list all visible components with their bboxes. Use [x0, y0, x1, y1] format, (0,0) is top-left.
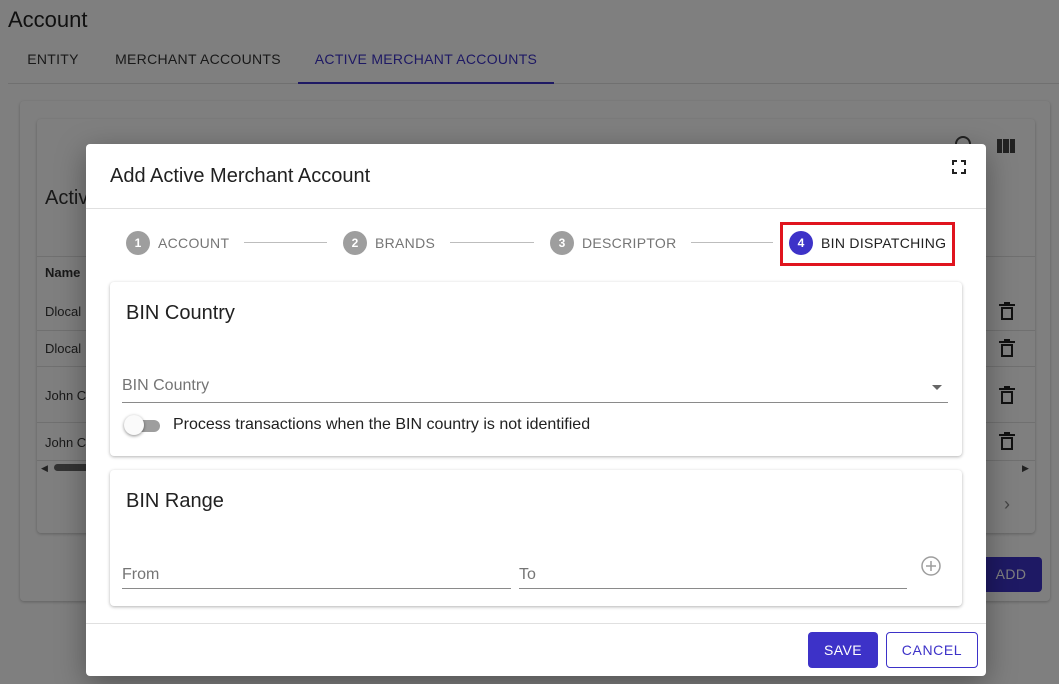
dialog-header-divider: [86, 208, 986, 209]
save-button[interactable]: SAVE: [808, 632, 878, 668]
select-placeholder: BIN Country: [122, 377, 210, 394]
step-descriptor[interactable]: 3 DESCRIPTOR: [550, 231, 677, 255]
step-label: ACCOUNT: [158, 235, 230, 251]
bin-country-section: BIN Country BIN Country Process transact…: [110, 282, 962, 456]
step-account[interactable]: 1 ACCOUNT: [126, 231, 229, 255]
dialog-footer-divider: [86, 623, 986, 624]
process-unidentified-row: Process transactions when the BIN countr…: [124, 415, 590, 435]
toggle-label: Process transactions when the BIN countr…: [173, 416, 591, 433]
bin-range-section: BIN Range: [110, 470, 962, 606]
bin-range-to-field[interactable]: [519, 563, 907, 589]
step-connector: [450, 242, 534, 243]
section-title: BIN Range: [126, 490, 224, 512]
bin-range-from-field[interactable]: [122, 563, 511, 589]
step-connector: [244, 242, 327, 243]
fullscreen-icon[interactable]: [952, 160, 966, 174]
step-number: 3: [550, 231, 574, 255]
bin-country-select[interactable]: BIN Country: [122, 377, 948, 403]
step-number: 1: [126, 231, 150, 255]
toggle-thumb: [124, 415, 144, 435]
section-title: BIN Country: [126, 302, 235, 324]
process-unidentified-toggle[interactable]: [124, 415, 162, 435]
from-input[interactable]: [122, 563, 511, 587]
add-circle-icon[interactable]: [920, 555, 942, 577]
step-label: DESCRIPTOR: [582, 235, 677, 251]
step-highlight-box: [780, 222, 955, 266]
add-active-merchant-account-dialog: Add Active Merchant Account 1 ACCOUNT 2 …: [86, 144, 986, 676]
cancel-button[interactable]: CANCEL: [886, 632, 978, 668]
step-brands[interactable]: 2 BRANDS: [343, 231, 435, 255]
step-connector: [691, 242, 773, 243]
step-number: 2: [343, 231, 367, 255]
step-label: BRANDS: [375, 235, 436, 251]
dialog-title: Add Active Merchant Account: [110, 165, 371, 187]
dropdown-arrow-icon: [932, 385, 942, 390]
to-input[interactable]: [519, 563, 907, 587]
